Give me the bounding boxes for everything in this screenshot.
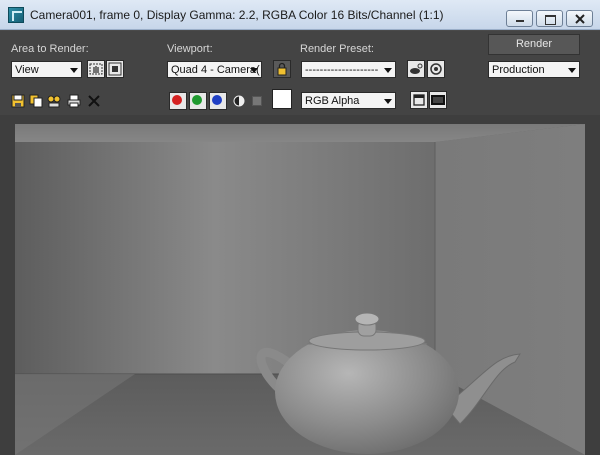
- green-channel-icon: [192, 95, 202, 105]
- render-toolbar: Area to Render: View Viewport: Quad 4 - …: [0, 31, 600, 115]
- render-preset-value: --------------------: [305, 64, 379, 76]
- channel-display-value: RGB Alpha: [305, 95, 360, 107]
- production-dropdown[interactable]: Production: [488, 61, 580, 78]
- maximize-button[interactable]: [536, 10, 563, 27]
- chevron-down-icon: [568, 68, 576, 73]
- viewport-dropdown[interactable]: Quad 4 - Camera(: [167, 61, 262, 78]
- copy-image-icon[interactable]: [29, 94, 43, 108]
- alpha-channel-icon[interactable]: [232, 94, 246, 108]
- blue-channel-toggle[interactable]: [209, 92, 227, 110]
- area-to-render-value: View: [15, 64, 39, 76]
- save-image-icon[interactable]: [11, 94, 25, 108]
- render-preset-label: Render Preset:: [300, 43, 374, 55]
- auto-region-button[interactable]: [106, 60, 124, 78]
- viewport-value: Quad 4 - Camera(: [171, 64, 260, 76]
- area-to-render-dropdown[interactable]: View: [11, 61, 82, 78]
- chevron-down-icon: [250, 68, 258, 73]
- rendered-image: [15, 124, 585, 455]
- environment-button[interactable]: [427, 60, 445, 78]
- render-preset-dropdown[interactable]: --------------------: [301, 61, 396, 78]
- print-icon[interactable]: [67, 94, 81, 108]
- region-select-icon: [108, 62, 122, 76]
- toggle-ui-overlay-button[interactable]: [410, 91, 428, 109]
- chevron-down-icon: [384, 68, 392, 73]
- hand-icon: [89, 63, 103, 75]
- monochrome-toggle[interactable]: [252, 96, 262, 106]
- clear-icon[interactable]: [87, 94, 101, 108]
- green-channel-toggle[interactable]: [189, 92, 207, 110]
- area-to-render-label: Area to Render:: [11, 43, 89, 55]
- lock-icon: [277, 62, 287, 76]
- minimize-button[interactable]: [506, 10, 533, 27]
- chevron-down-icon: [70, 68, 78, 73]
- lock-viewport-button[interactable]: [273, 60, 291, 78]
- app-icon: [8, 7, 24, 23]
- target-icon: [430, 63, 442, 75]
- blue-channel-icon: [212, 95, 222, 105]
- teapot-settings-icon: [410, 63, 423, 74]
- red-channel-icon: [172, 95, 182, 105]
- window-title: Camera001, frame 0, Display Gamma: 2.2, …: [30, 8, 444, 22]
- render-setup-button[interactable]: [407, 60, 425, 78]
- close-button[interactable]: [566, 10, 593, 27]
- toggle-ui-button[interactable]: [429, 91, 447, 109]
- red-channel-toggle[interactable]: [169, 92, 187, 110]
- chevron-down-icon: [384, 99, 392, 104]
- close-icon: [575, 14, 585, 24]
- production-value: Production: [492, 64, 545, 76]
- viewport-label: Viewport:: [167, 43, 213, 55]
- clone-window-icon[interactable]: [47, 94, 61, 108]
- background-color-swatch[interactable]: [272, 89, 292, 109]
- display-icon: [431, 95, 445, 105]
- render-button[interactable]: Render: [488, 34, 580, 55]
- frame-window-icon: [413, 94, 425, 106]
- edit-region-button[interactable]: [87, 60, 105, 78]
- channel-display-dropdown[interactable]: RGB Alpha: [301, 92, 396, 109]
- teapot-render: [15, 124, 585, 455]
- title-bar: Camera001, frame 0, Display Gamma: 2.2, …: [0, 0, 600, 30]
- frame-buffer: [0, 115, 600, 455]
